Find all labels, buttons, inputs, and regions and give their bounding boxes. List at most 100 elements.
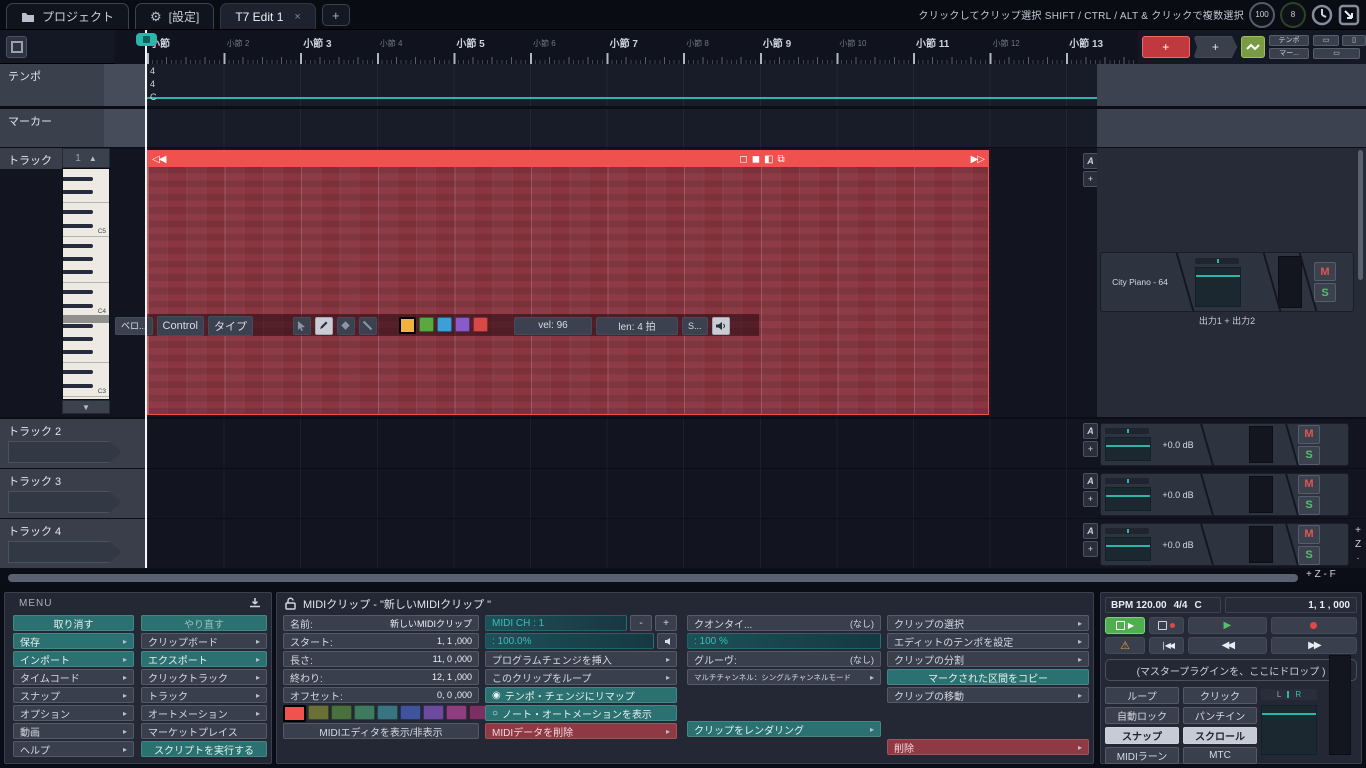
new-tab-button[interactable]: + xyxy=(321,4,350,26)
note-color-swatch[interactable] xyxy=(472,317,488,332)
download-icon[interactable] xyxy=(249,597,261,609)
zoom-v-item[interactable]: · xyxy=(1353,552,1363,566)
resize-icon[interactable] xyxy=(1338,4,1360,26)
piano-footer[interactable]: ▼ xyxy=(62,400,110,414)
horizontal-scrollbar[interactable] xyxy=(8,574,1298,582)
volume-fader[interactable] xyxy=(1105,487,1151,511)
ruler-measure-label[interactable]: 小節 6 xyxy=(533,38,556,49)
clip-color-swatch[interactable] xyxy=(331,705,352,720)
mute-button[interactable]: M xyxy=(1298,424,1320,444)
track-name-field[interactable] xyxy=(8,541,122,563)
ruler-measure-label[interactable]: 小節 4 xyxy=(380,38,403,49)
black-key[interactable] xyxy=(63,337,93,342)
ruler-measure-label[interactable]: 小節 11 xyxy=(916,35,949,50)
s-button[interactable]: S... xyxy=(681,316,708,335)
stereo-balance[interactable]: L R xyxy=(1261,689,1317,700)
view-toggle-1[interactable]: ▭ xyxy=(1313,35,1339,46)
pencil-tool-icon[interactable] xyxy=(314,316,333,335)
speaker-icon[interactable] xyxy=(711,316,730,335)
pan-slider[interactable] xyxy=(1195,257,1239,264)
menu-button[interactable]: スクリプトを実行する xyxy=(141,741,267,757)
clip-action-button[interactable]: プログラムチェンジを挿入 ▸ xyxy=(485,651,677,667)
highlighted-key[interactable] xyxy=(63,315,109,324)
pan-slider[interactable] xyxy=(1105,428,1149,434)
go-to-start-button[interactable]: ❘◀◀ xyxy=(1149,637,1184,654)
clip-action-button[interactable]: クリップの選択 ▸ xyxy=(887,615,1089,631)
menu-button[interactable]: クリップボード ▸ xyxy=(141,633,267,649)
transport-toggle[interactable]: 自動ロック xyxy=(1105,707,1179,724)
midi-editor-toggle[interactable]: MIDIエディタを表示/非表示 xyxy=(283,723,479,739)
loop-record-button[interactable] xyxy=(1149,617,1184,634)
bpm-display[interactable]: BPM 120.00 4/4 C xyxy=(1105,597,1221,613)
menu-button[interactable]: ヘルプ ▸ xyxy=(13,741,134,757)
quantize-amount-display[interactable]: : 100 % xyxy=(687,633,881,649)
tab-settings[interactable]: ⚙ [設定] xyxy=(135,3,215,29)
clip-color-swatch[interactable] xyxy=(283,705,306,722)
view-toggle-2[interactable]: ▯ xyxy=(1342,35,1366,46)
automation-button[interactable]: A xyxy=(1083,153,1098,169)
tab-close-icon[interactable]: × xyxy=(294,11,300,23)
automation-button[interactable]: A xyxy=(1083,473,1098,489)
clip-color-swatch[interactable] xyxy=(354,705,375,720)
black-key[interactable] xyxy=(63,257,93,261)
black-key[interactable] xyxy=(63,303,93,308)
track-timeline[interactable] xyxy=(147,469,1084,518)
note-color-swatch[interactable] xyxy=(436,317,452,332)
track-1-header[interactable]: トラック xyxy=(0,148,62,169)
add-lane-button[interactable]: + xyxy=(1083,441,1098,457)
clip-field[interactable]: スタート: 1, 1 ,000 xyxy=(283,633,479,649)
automation-button[interactable]: A xyxy=(1083,523,1098,539)
loop-play-button[interactable]: ▶ xyxy=(1105,617,1145,634)
marker-lane-area[interactable] xyxy=(147,109,1097,147)
clip-display-mode-icons[interactable]: ◻ ◼ ◧ ⧉ xyxy=(739,154,784,165)
warning-button[interactable]: ⚠ xyxy=(1105,637,1145,654)
transport-toggle[interactable]: スクロール xyxy=(1183,727,1257,744)
channel-plus-button[interactable]: + xyxy=(655,615,677,631)
marker-lane-toggle[interactable]: マー... xyxy=(1269,48,1309,59)
fader-block[interactable] xyxy=(1101,474,1155,515)
menu-button[interactable]: エクスポート ▸ xyxy=(141,651,267,667)
master-plugin-drop-area[interactable]: (マスタープラグインを、ここにドロップ ) xyxy=(1105,659,1357,681)
clip-action-button[interactable]: クリップの分割 ▸ xyxy=(887,651,1089,667)
black-key[interactable] xyxy=(63,223,93,228)
piano-header[interactable]: 1 ▲ xyxy=(62,148,110,168)
black-key[interactable] xyxy=(63,243,93,248)
note-color-swatch[interactable] xyxy=(454,317,470,332)
clip-field[interactable]: 終わり: 12, 1 ,000 xyxy=(283,669,479,685)
fader-block[interactable] xyxy=(1191,253,1245,311)
clip-field[interactable]: 長さ: 11, 0 ,000 xyxy=(283,651,479,667)
zoom-v-item[interactable]: Z xyxy=(1353,538,1363,552)
marker-lane-header[interactable]: マーカー xyxy=(0,109,104,147)
forward-button[interactable]: ▶▶ xyxy=(1270,637,1357,654)
channel-minus-button[interactable]: - xyxy=(630,615,652,631)
note-length-button[interactable]: len: 4 拍 xyxy=(595,316,678,335)
gain-label[interactable]: +0.0 dB xyxy=(1155,440,1201,450)
track-header[interactable]: トラック 4 xyxy=(0,519,147,568)
zoom-controls-vertical[interactable]: + Z · xyxy=(1353,524,1363,566)
tempo-automation-line[interactable] xyxy=(147,97,1097,99)
volume-fader[interactable] xyxy=(1195,266,1241,307)
groove-button[interactable]: グルーヴ: (なし) xyxy=(687,651,881,667)
midi-clip[interactable]: ◁◀ ◻ ◼ ◧ ⧉ ▶▷ xyxy=(147,150,989,415)
add-track-button[interactable]: + xyxy=(1142,36,1190,58)
black-key[interactable] xyxy=(63,190,93,195)
clip-action-button[interactable]: ◉ テンポ・チェンジにリマップ xyxy=(485,687,677,703)
menu-button[interactable]: オートメーション ▸ xyxy=(141,705,267,721)
track-timeline[interactable] xyxy=(147,519,1084,568)
zoom-controls-horizontal[interactable]: + Z - F xyxy=(1306,569,1336,580)
ruler-measure-label[interactable]: 小節 7 xyxy=(610,35,638,50)
mute-button[interactable]: M xyxy=(1314,262,1336,281)
menu-button[interactable]: クリックトラック ▸ xyxy=(141,669,267,685)
add-lane-button[interactable]: + xyxy=(1083,541,1098,557)
transport-toggle[interactable]: スナップ xyxy=(1105,727,1179,744)
clip-action-button[interactable]: エディットのテンポを設定 ▸ xyxy=(887,633,1089,649)
tab-edit[interactable]: T7 Edit 1 × xyxy=(220,3,316,29)
black-key[interactable] xyxy=(63,383,93,388)
ruler-measure-label[interactable]: 小節 8 xyxy=(686,38,709,49)
solo-button[interactable]: S xyxy=(1298,495,1320,515)
clip-action-button[interactable]: このクリップをループ ▸ xyxy=(485,669,677,685)
render-clip-button[interactable]: クリップをレンダリング ▸ xyxy=(687,721,881,737)
clip-color-swatch[interactable] xyxy=(400,705,421,720)
play-button[interactable]: ▶ xyxy=(1188,617,1267,634)
clip-field[interactable]: オフセット: 0, 0 ,000 xyxy=(283,687,479,703)
